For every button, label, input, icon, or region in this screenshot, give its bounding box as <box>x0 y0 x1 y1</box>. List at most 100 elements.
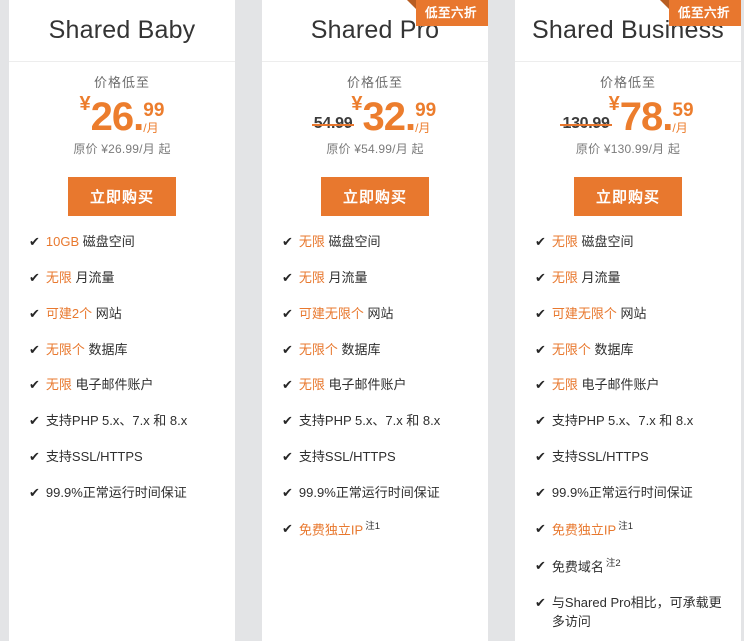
pricing-plans-row: Shared Baby 价格低至 ¥26. 99/月 原价 ¥26.99/月 起立即购买… <box>0 0 744 641</box>
plan-header: Shared Baby <box>9 0 235 62</box>
feature-footnote-marker: 注1 <box>618 520 633 532</box>
feature-highlight: 无限 <box>298 269 325 285</box>
feature-label: 支持PHP 5.x、7.x 和 8.x <box>45 413 188 429</box>
feature-label: 99.9%正常运行时间保证 <box>45 484 187 500</box>
feature-text: 无限 电子邮件账户 <box>46 376 227 395</box>
feature-list: ✔ 10GB 磁盘空间 ✔ 无限 月流量 ✔ 可建2个 网站 ✔ 无限个 数据库 ✔ 无限 电子邮… <box>9 233 235 503</box>
check-icon: ✔ <box>282 377 293 393</box>
feature-list-item: ✔ 无限 月流量 <box>282 269 480 288</box>
price-decimal-dot: . <box>404 95 416 140</box>
price-fraction-part: 59 <box>672 100 694 121</box>
feature-text: 可建无限个 网站 <box>299 305 480 324</box>
feature-label: 电子邮件账户 <box>71 377 154 393</box>
feature-list-item: ✔ 无限 电子邮件账户 <box>29 376 227 395</box>
check-icon: ✔ <box>535 234 546 249</box>
feature-highlight: 无限 <box>298 234 325 249</box>
currency-symbol-icon: ¥ <box>79 93 91 115</box>
feature-list-item: ✔ 支持SSL/HTTPS <box>29 448 227 467</box>
price-block: 价格低至 ¥26. 99/月 原价 ¥26.99/月 起 <box>9 62 235 157</box>
feature-text: 支持SSL/HTTPS <box>552 448 733 467</box>
feature-highlight: 无限个 <box>551 341 591 357</box>
feature-list-item: ✔ 无限 月流量 <box>535 269 733 288</box>
feature-label: 支持PHP 5.x、7.x 和 8.x <box>551 413 694 429</box>
check-icon: ✔ <box>535 341 546 357</box>
feature-list-item: ✔ 99.9%正常运行时间保证 <box>535 484 733 503</box>
price-amount-row: 130.99 ¥78. 59/月 <box>515 92 741 140</box>
feature-list-item: ✔ 免费独立IP 注1 <box>535 520 733 540</box>
feature-list-item: ✔ 无限 电子邮件账户 <box>535 376 733 395</box>
feature-list-item: ✔ 支持PHP 5.x、7.x 和 8.x <box>29 412 227 431</box>
price-period-label: /月 <box>143 121 159 135</box>
price-fraction-group: 59/月 <box>672 100 694 136</box>
feature-highlight: 无限 <box>551 269 578 285</box>
price-decimal-dot: . <box>662 95 673 140</box>
price-amount-row: 54.99 ¥32. 99/月 <box>262 92 488 140</box>
feature-list-item: ✔ 支持SSL/HTTPS <box>282 448 480 467</box>
feature-list-item: ✔ 免费独立IP 注1 <box>282 520 480 540</box>
check-icon: ✔ <box>282 305 293 321</box>
feature-list-item: ✔ 支持PHP 5.x、7.x 和 8.x <box>282 412 480 431</box>
plan-card-shared-business: 低至六折 Shared Business 价格低至 130.99 ¥78. 59/月 原价 … <box>515 0 741 641</box>
feature-text: 无限 电子邮件账户 <box>299 376 480 395</box>
feature-highlight: 无限 <box>298 377 325 393</box>
check-icon: ✔ <box>29 269 40 285</box>
feature-list-item: ✔ 10GB 磁盘空间 <box>29 233 227 252</box>
feature-list-item: ✔ 无限 月流量 <box>29 269 227 288</box>
price-fraction-group: 99/月 <box>415 100 437 136</box>
feature-list: ✔ 无限 磁盘空间 ✔ 无限 月流量 ✔ 可建无限个 网站 ✔ 无限个 数据库 ✔ 无限 电子邮件… <box>262 233 488 540</box>
check-icon: ✔ <box>282 449 293 465</box>
feature-list-item: ✔ 无限个 数据库 <box>535 341 733 360</box>
price-amount-row: ¥26. 99/月 <box>9 92 235 140</box>
discount-ribbon-badge: 低至六折 <box>659 0 741 26</box>
feature-text: 无限 磁盘空间 <box>552 233 733 252</box>
feature-list: ✔ 无限 磁盘空间 ✔ 无限 月流量 ✔ 可建无限个 网站 ✔ 无限个 数据库 ✔ 无限 电子邮件… <box>515 233 741 632</box>
feature-label: 月流量 <box>324 269 368 285</box>
feature-label: 99.9%正常运行时间保证 <box>551 484 693 500</box>
feature-label: 支持PHP 5.x、7.x 和 8.x <box>298 413 441 429</box>
feature-text: 支持PHP 5.x、7.x 和 8.x <box>552 412 733 431</box>
price-fraction-part: 99 <box>415 100 437 121</box>
feature-text: 免费域名 注2 <box>552 557 733 577</box>
plan-card-shared-baby: Shared Baby 价格低至 ¥26. 99/月 原价 ¥26.99/月 起立即购买… <box>9 0 235 641</box>
feature-label: 数据库 <box>84 341 128 357</box>
feature-label: 网站 <box>616 305 647 321</box>
feature-label: 与Shared Pro相比，可承载更多访问 <box>551 595 722 629</box>
feature-text: 可建2个 网站 <box>46 305 227 324</box>
feature-list-item: ✔ 无限个 数据库 <box>29 341 227 360</box>
feature-text: 99.9%正常运行时间保证 <box>46 484 227 503</box>
feature-list-item: ✔ 99.9%正常运行时间保证 <box>29 484 227 503</box>
feature-text: 无限 磁盘空间 <box>299 233 480 252</box>
check-icon: ✔ <box>282 413 293 429</box>
feature-highlight: 10GB <box>45 234 80 249</box>
feature-text: 免费独立IP 注1 <box>299 520 480 540</box>
buy-now-button[interactable]: 立即购买 <box>67 177 176 216</box>
buy-now-button[interactable]: 立即购买 <box>320 177 429 216</box>
feature-highlight: 无限 <box>551 234 578 249</box>
feature-list-item: ✔ 99.9%正常运行时间保证 <box>282 484 480 503</box>
original-price-note: 原价 ¥26.99/月 起 <box>73 142 171 156</box>
price-decimal-dot: . <box>133 95 144 140</box>
feature-text: 无限个 数据库 <box>46 341 227 360</box>
check-icon: ✔ <box>535 413 546 429</box>
price-integer-part: 26 <box>90 95 134 140</box>
feature-label: 电子邮件账户 <box>577 377 660 393</box>
currency-symbol-icon: ¥ <box>608 93 620 115</box>
check-icon: ✔ <box>29 413 40 429</box>
feature-text: 无限 电子邮件账户 <box>552 376 733 395</box>
feature-label: 月流量 <box>71 269 115 285</box>
feature-highlight: 可建无限个 <box>551 305 617 321</box>
buy-now-button[interactable]: 立即购买 <box>573 177 682 216</box>
ribbon-fold-icon <box>659 0 669 9</box>
check-icon: ✔ <box>282 269 293 285</box>
feature-label: 支持SSL/HTTPS <box>298 449 396 465</box>
feature-label: 网站 <box>92 305 122 321</box>
feature-text: 支持PHP 5.x、7.x 和 8.x <box>46 412 227 431</box>
check-icon: ✔ <box>535 269 546 285</box>
feature-highlight: 无限 <box>45 377 72 393</box>
feature-list-item: ✔ 无限 磁盘空间 <box>282 233 480 252</box>
check-icon: ✔ <box>29 377 40 393</box>
feature-list-item: ✔ 免费域名 注2 <box>535 557 733 577</box>
feature-highlight: 无限个 <box>45 341 85 357</box>
check-icon: ✔ <box>29 341 40 357</box>
feature-highlight: 可建无限个 <box>298 305 364 321</box>
